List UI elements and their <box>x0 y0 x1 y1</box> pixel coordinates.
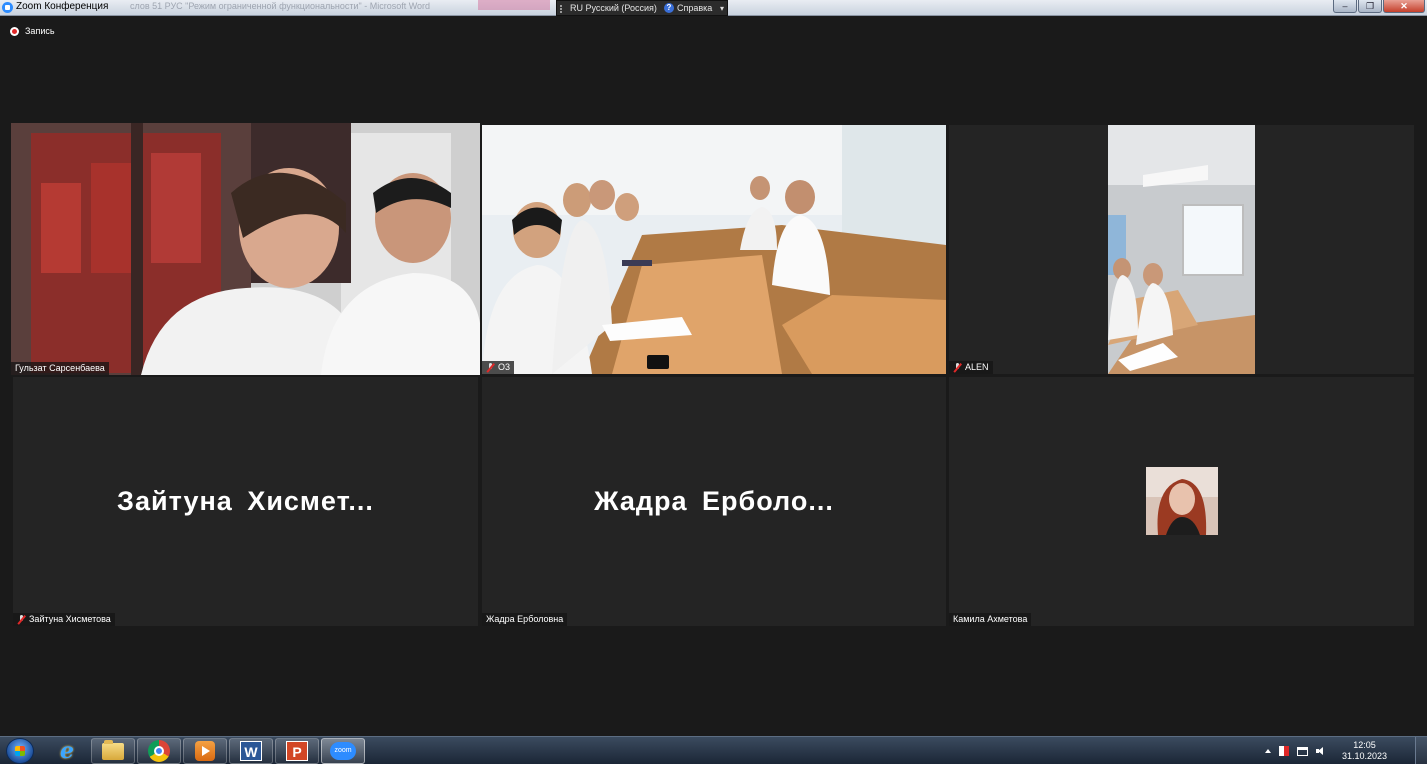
close-button[interactable]: ✕ <box>1383 0 1425 13</box>
muted-microphone-icon <box>486 363 495 372</box>
volume-icon[interactable] <box>1315 746 1326 756</box>
language-bar-minimize-icon[interactable]: ▾ <box>720 4 724 13</box>
chrome-button[interactable] <box>137 738 181 764</box>
participant-video <box>482 125 946 374</box>
participant-tile[interactable]: Гульзат Сарсенбаева <box>11 123 480 375</box>
zoom-app-icon <box>2 2 13 13</box>
participant-video <box>1108 125 1255 374</box>
help-button[interactable]: Справка <box>677 3 712 13</box>
powerpoint-icon: P <box>286 741 308 761</box>
taskbar: e W P zoom 12:05 31.10.2023 <box>0 736 1427 764</box>
participant-name: О3 <box>498 362 511 372</box>
participant-name-label: Гульзат Сарсенбаева <box>11 362 109 375</box>
recording-label: Запись <box>25 26 55 36</box>
show-hidden-icons-icon[interactable] <box>1264 749 1271 753</box>
internet-explorer-button[interactable]: e <box>45 738 89 764</box>
participant-tile[interactable]: О3 <box>482 125 946 374</box>
participant-name-label: Жадра Ерболовна <box>482 613 568 626</box>
participant-name-label: ALEN <box>949 361 993 374</box>
folder-icon <box>102 739 124 760</box>
participant-tile[interactable]: Жадра Ерболо... Жадра Ерболовна <box>482 377 946 626</box>
participant-tile[interactable]: Камила Ахметова <box>949 377 1414 626</box>
participant-name: ALEN <box>965 362 989 372</box>
media-player-icon <box>195 741 215 761</box>
minimize-button[interactable]: – <box>1333 0 1357 13</box>
help-icon[interactable]: ? <box>664 3 674 13</box>
clock-date: 31.10.2023 <box>1341 751 1387 761</box>
word-button[interactable]: W <box>229 738 273 764</box>
show-desktop-button[interactable] <box>1415 737 1427 764</box>
clock[interactable]: 12:05 31.10.2023 <box>1342 740 1387 762</box>
start-button[interactable] <box>6 738 34 764</box>
participant-tile[interactable]: ALEN <box>949 125 1414 374</box>
participant-video <box>11 123 480 375</box>
participant-display-name: Жадра Ерболо... <box>594 486 834 516</box>
participant-display-name: Зайтуна Хисмет... <box>117 486 374 516</box>
background-window-title: слов 51 РУС "Режим ограниченной функцион… <box>130 1 431 11</box>
participant-name: Зайтуна Хисметова <box>29 614 111 624</box>
system-tray: 12:05 31.10.2023 <box>1264 740 1387 762</box>
muted-microphone-icon <box>17 615 26 624</box>
muted-microphone-icon <box>953 363 962 372</box>
media-player-button[interactable] <box>183 738 227 764</box>
window-controls: – ❐ ✕ <box>1333 0 1425 13</box>
clock-time: 12:05 <box>1353 740 1376 750</box>
window-title: Zoom Конференция <box>16 1 109 12</box>
background-window-tab <box>478 0 550 10</box>
zoom-icon: zoom <box>330 742 356 760</box>
avatar <box>1146 467 1218 535</box>
participant-tile[interactable]: Зайтуна Хисмет... Зайтуна Хисметова <box>13 377 478 626</box>
explorer-button[interactable] <box>91 738 135 764</box>
participant-name: Гульзат Сарсенбаева <box>15 363 105 373</box>
zoom-taskbar-button[interactable]: zoom <box>321 738 365 764</box>
action-center-flag-icon[interactable] <box>1278 746 1289 756</box>
recording-indicator[interactable]: Запись <box>10 25 55 37</box>
word-icon: W <box>240 741 262 761</box>
internet-explorer-icon: e <box>60 738 74 764</box>
participant-name: Камила Ахметова <box>953 614 1028 624</box>
participant-name: Жадра Ерболовна <box>486 614 564 624</box>
powerpoint-button[interactable]: P <box>275 738 319 764</box>
participant-name-label: О3 <box>482 361 515 374</box>
zoom-window: Zoom Конференция слов 51 РУС "Режим огра… <box>0 0 1427 764</box>
maximize-button[interactable]: ❐ <box>1358 0 1382 13</box>
participant-name-label: Камила Ахметова <box>949 613 1032 626</box>
language-indicator[interactable]: RU Русский (Россия) <box>570 3 657 13</box>
grip-handle-icon[interactable] <box>560 5 566 13</box>
record-icon <box>10 26 19 36</box>
participant-name-label: Зайтуна Хисметова <box>13 613 115 626</box>
language-bar[interactable]: RU Русский (Россия) ? Справка ▾ <box>556 0 728 16</box>
network-icon[interactable] <box>1296 746 1308 756</box>
chrome-icon <box>148 740 170 762</box>
